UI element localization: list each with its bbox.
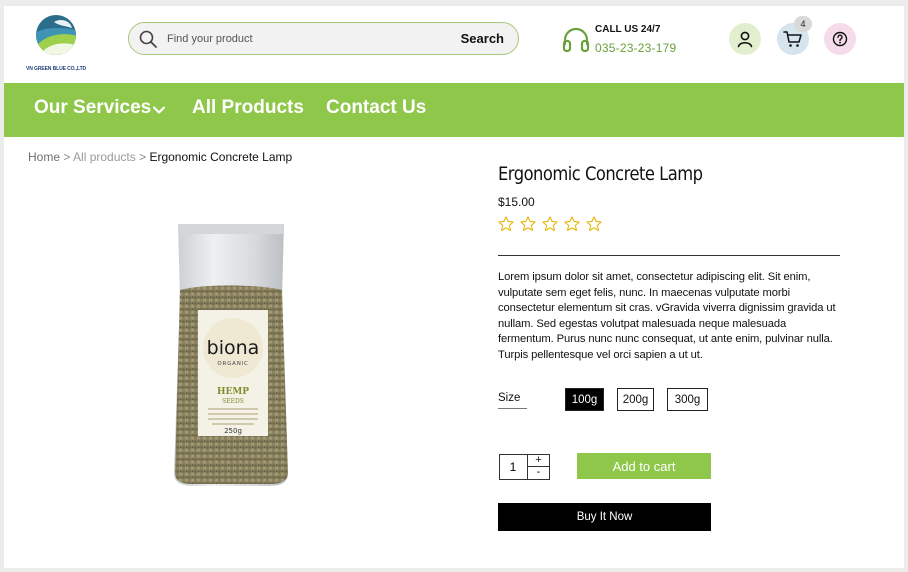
size-label: Size — [498, 392, 527, 409]
bag-product-name-text: HEMP — [217, 387, 249, 397]
chevron-down-icon[interactable] — [152, 103, 166, 117]
breadcrumb-all-products[interactable]: All products — [73, 150, 136, 164]
star-icon[interactable] — [585, 215, 603, 233]
rating-stars — [497, 215, 603, 233]
help-icon — [832, 31, 848, 47]
add-to-cart-button[interactable]: Add to cart — [577, 453, 711, 479]
account-button[interactable] — [729, 23, 761, 55]
call-us-label: CALL US 24/7 — [595, 24, 661, 35]
quantity-decrease-button[interactable]: - — [527, 467, 549, 479]
bag-weight-text: 250g — [224, 427, 242, 435]
buy-now-button[interactable]: Buy It Now — [498, 503, 711, 531]
headset-icon — [562, 27, 590, 53]
size-option-200g[interactable]: 200g — [617, 388, 654, 411]
nav-our-services[interactable]: Our Services — [34, 97, 151, 119]
user-icon — [737, 31, 753, 48]
breadcrumb: Home > All products > Ergonomic Concrete… — [28, 150, 292, 164]
breadcrumb-separator: > — [139, 150, 147, 164]
breadcrumb-separator: > — [63, 150, 71, 164]
brand-logo[interactable]: VN GREEN BLUE CO.,LTD — [26, 14, 90, 72]
size-option-100g[interactable]: 100g — [565, 388, 604, 411]
search-icon[interactable] — [138, 29, 158, 49]
phone-number[interactable]: 035-23-23-179 — [595, 41, 676, 55]
search-input[interactable] — [167, 30, 447, 48]
nav-all-products[interactable]: All Products — [192, 97, 304, 119]
bag-sub-brand-text: ORGANIC — [217, 361, 248, 367]
logo-text: VN GREEN BLUE CO.,LTD — [26, 66, 87, 72]
bag-brand-text: biona — [207, 337, 260, 359]
star-icon[interactable] — [563, 215, 581, 233]
cart-icon — [783, 31, 802, 47]
divider — [498, 255, 840, 256]
product-image: biona ORGANIC HEMP SEEDS 250g — [174, 224, 288, 486]
product-price: $15.00 — [498, 195, 535, 209]
nav-contact-us[interactable]: Contact Us — [326, 97, 426, 119]
product-title: Ergonomic Concrete Lamp — [498, 163, 703, 185]
search-bar: Search — [128, 22, 519, 55]
quantity-stepper: + - — [499, 454, 550, 480]
star-icon[interactable] — [497, 215, 515, 233]
quantity-input[interactable] — [500, 455, 526, 479]
star-icon[interactable] — [519, 215, 537, 233]
search-button[interactable]: Search — [461, 31, 504, 46]
logo-mark-icon — [36, 15, 76, 55]
product-page: VN GREEN BLUE CO.,LTD Search CALL US 24/… — [4, 6, 904, 568]
breadcrumb-current: Ergonomic Concrete Lamp — [149, 150, 293, 164]
breadcrumb-home[interactable]: Home — [28, 150, 60, 164]
help-button[interactable] — [824, 23, 856, 55]
cart-count-badge: 4 — [794, 16, 812, 32]
bag-product-sub-text: SEEDS — [222, 398, 244, 405]
product-description: Lorem ipsum dolor sit amet, consectetur … — [498, 271, 836, 361]
star-icon[interactable] — [541, 215, 559, 233]
main-nav: Our Services All Products Contact Us — [4, 83, 904, 137]
size-option-300g[interactable]: 300g — [667, 388, 708, 411]
